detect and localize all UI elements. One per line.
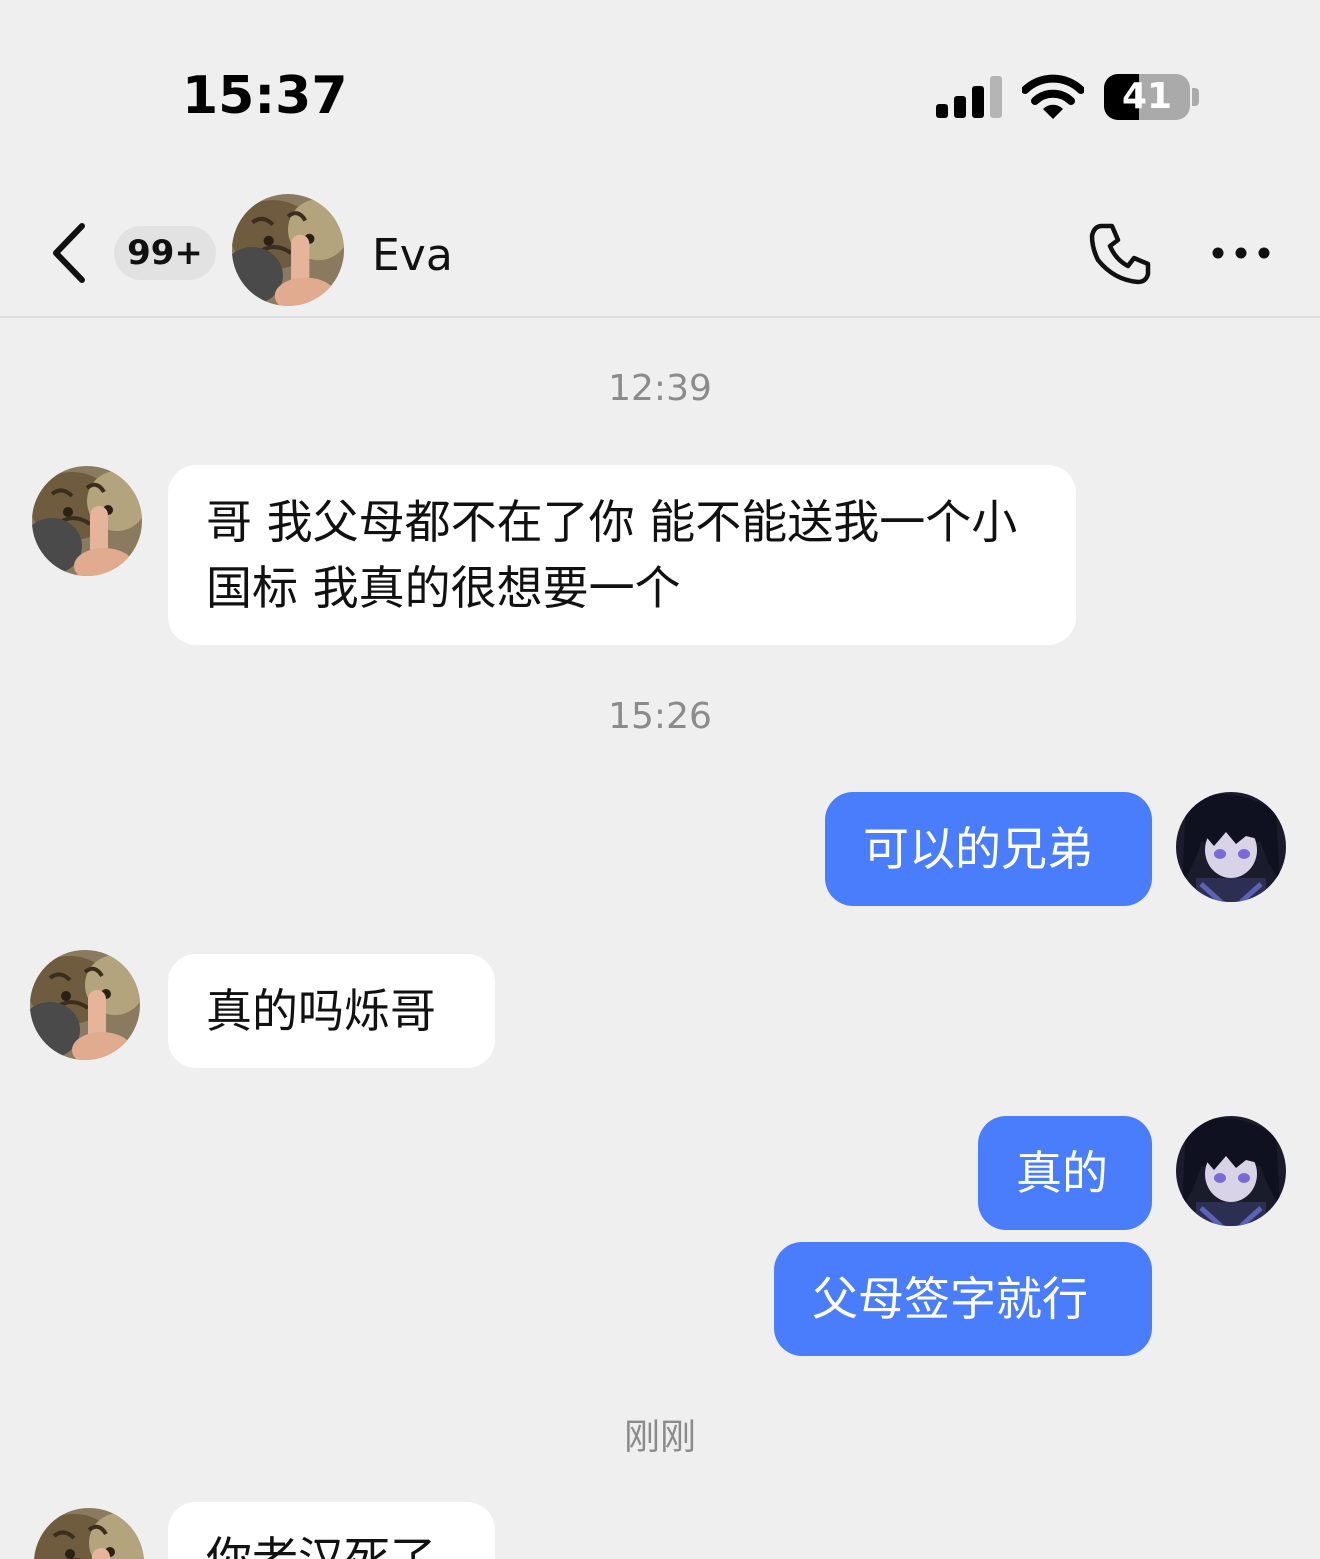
wifi-icon	[1022, 74, 1084, 119]
chat-screen: 15:37 41 99+ Eva 12:39 哥 我父母都不在了你 能不能送我一…	[0, 0, 1320, 1559]
cellular-signal-icon	[936, 76, 1002, 118]
user-avatar[interactable]	[1176, 792, 1286, 902]
chat-header: 99+ Eva	[0, 180, 1320, 318]
contact-avatar[interactable]	[32, 466, 142, 576]
message-bubble-incoming[interactable]: 哥 我父母都不在了你 能不能送我一个小国标 我真的很想要一个	[168, 465, 1076, 645]
battery-level: 41	[1121, 76, 1173, 117]
timestamp-divider: 刚刚	[623, 1417, 696, 1458]
user-avatar[interactable]	[1176, 1116, 1286, 1226]
battery-icon: 41	[1104, 74, 1190, 120]
more-dots-icon[interactable]	[1208, 230, 1274, 276]
battery-cap	[1192, 88, 1199, 106]
contact-avatar[interactable]	[34, 1508, 144, 1559]
phone-icon[interactable]	[1088, 220, 1154, 286]
timestamp-divider: 12:39	[608, 368, 712, 409]
message-bubble-incoming[interactable]: 你老汉死了	[168, 1502, 495, 1559]
message-bubble-outgoing[interactable]: 父母签字就行	[774, 1242, 1152, 1356]
contact-avatar[interactable]	[232, 194, 344, 306]
status-time: 15:37	[182, 66, 348, 126]
contact-name[interactable]: Eva	[372, 230, 453, 281]
message-bubble-outgoing[interactable]: 真的	[978, 1116, 1152, 1230]
contact-avatar[interactable]	[30, 950, 140, 1060]
chevron-left-icon[interactable]	[40, 218, 100, 288]
timestamp-divider: 15:26	[608, 696, 712, 737]
message-bubble-outgoing[interactable]: 可以的兄弟	[825, 792, 1152, 906]
message-bubble-incoming[interactable]: 真的吗烁哥	[168, 954, 495, 1068]
unread-count-badge[interactable]: 99+	[114, 226, 216, 280]
